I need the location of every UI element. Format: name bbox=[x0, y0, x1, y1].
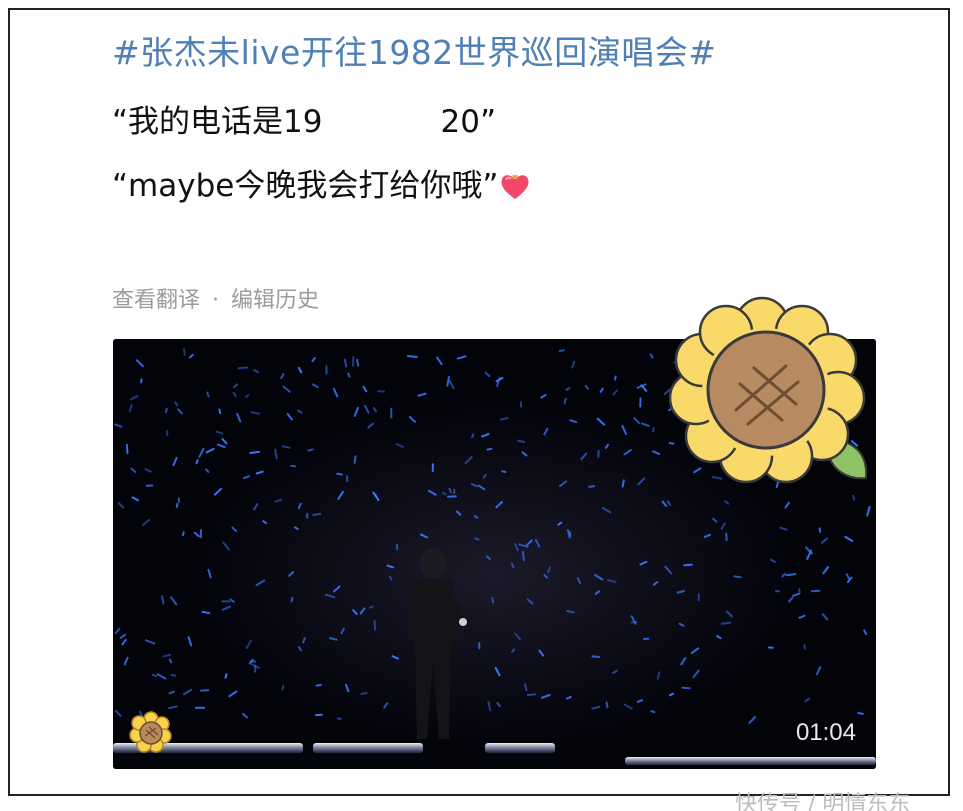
meta-separator: · bbox=[212, 288, 220, 313]
lightstick bbox=[347, 372, 351, 378]
lightstick bbox=[491, 596, 495, 604]
lightstick bbox=[500, 417, 509, 421]
lightstick bbox=[621, 479, 625, 488]
lightstick bbox=[501, 470, 507, 473]
lightstick bbox=[591, 655, 601, 658]
lightstick bbox=[206, 391, 210, 398]
lightstick bbox=[683, 563, 693, 567]
lightstick bbox=[237, 366, 249, 370]
lightstick bbox=[656, 671, 661, 680]
lightstick bbox=[406, 355, 418, 358]
post-text-line-2: “maybe今晚我会打给你哦” bbox=[112, 160, 532, 205]
video-duration: 01:04 bbox=[795, 719, 856, 746]
lightstick bbox=[168, 658, 173, 664]
lightstick bbox=[161, 595, 165, 605]
lightstick bbox=[315, 683, 322, 687]
post-text-line-2-text: “maybe今晚我会打给你哦” bbox=[112, 168, 499, 204]
lightstick bbox=[182, 531, 185, 537]
lightstick bbox=[224, 673, 228, 679]
lightstick bbox=[471, 433, 475, 439]
lightstick bbox=[281, 685, 285, 691]
post-text-line-1: “我的电话是19 20” bbox=[112, 96, 496, 141]
lightstick bbox=[511, 562, 515, 569]
lightstick bbox=[164, 407, 168, 414]
lightstick bbox=[307, 448, 314, 452]
lightstick bbox=[785, 573, 797, 577]
sunflower-icon bbox=[129, 710, 173, 758]
lightstick bbox=[353, 455, 357, 464]
lightstick bbox=[360, 691, 368, 695]
lightstick bbox=[151, 673, 158, 678]
lightstick bbox=[356, 358, 360, 367]
lightstick bbox=[614, 375, 617, 381]
post-meta-bar: 查看翻译 · 编辑历史 bbox=[112, 282, 319, 314]
lightstick bbox=[344, 358, 348, 368]
edit-history-link[interactable]: 编辑历史 bbox=[231, 288, 319, 313]
lightstick bbox=[290, 596, 294, 603]
lightstick bbox=[558, 349, 565, 352]
heart-with-bow-icon bbox=[498, 169, 532, 203]
lightstick bbox=[652, 427, 655, 433]
lightstick bbox=[373, 620, 377, 631]
post-text-line-1-suffix: 20” bbox=[440, 104, 497, 140]
lightstick bbox=[312, 512, 322, 516]
lightstick bbox=[368, 605, 374, 609]
lightstick bbox=[125, 443, 129, 455]
lightstick bbox=[170, 674, 177, 677]
translate-link[interactable]: 查看翻译 bbox=[112, 288, 200, 313]
lightstick bbox=[566, 610, 575, 614]
lightstick bbox=[336, 472, 343, 476]
lightstick bbox=[521, 550, 525, 562]
lightstick bbox=[681, 686, 691, 690]
post-text-line-1-prefix: “我的电话是19 bbox=[112, 104, 323, 140]
watermark: 快传号 / 明情东东 bbox=[735, 792, 911, 811]
lightstick bbox=[388, 575, 393, 581]
lightstick bbox=[720, 621, 732, 625]
lightstick bbox=[605, 701, 609, 709]
lightstick bbox=[517, 439, 526, 443]
lightstick bbox=[527, 693, 537, 696]
lightstick bbox=[183, 348, 186, 356]
lightstick bbox=[201, 610, 211, 615]
lightstick bbox=[857, 712, 864, 715]
lightstick bbox=[563, 397, 567, 405]
lightstick bbox=[290, 464, 296, 468]
lightstick bbox=[852, 494, 856, 501]
lightstick bbox=[588, 485, 596, 488]
lightstick bbox=[281, 445, 291, 449]
lightstick bbox=[650, 710, 656, 714]
sunflower-icon bbox=[662, 290, 876, 494]
lightstick bbox=[566, 696, 572, 700]
lightstick bbox=[175, 502, 179, 508]
redaction-mask bbox=[322, 106, 441, 137]
lightstick bbox=[486, 447, 493, 451]
lightstick bbox=[249, 450, 260, 454]
lightstick bbox=[733, 575, 742, 579]
hashtag-topic-link[interactable]: #张杰未live开往1982世界巡回演唱会# bbox=[112, 26, 716, 74]
lightstick bbox=[195, 459, 199, 465]
lightstick bbox=[474, 537, 480, 541]
lightstick bbox=[218, 408, 222, 414]
lightstick bbox=[294, 526, 299, 530]
lightstick bbox=[669, 692, 674, 697]
